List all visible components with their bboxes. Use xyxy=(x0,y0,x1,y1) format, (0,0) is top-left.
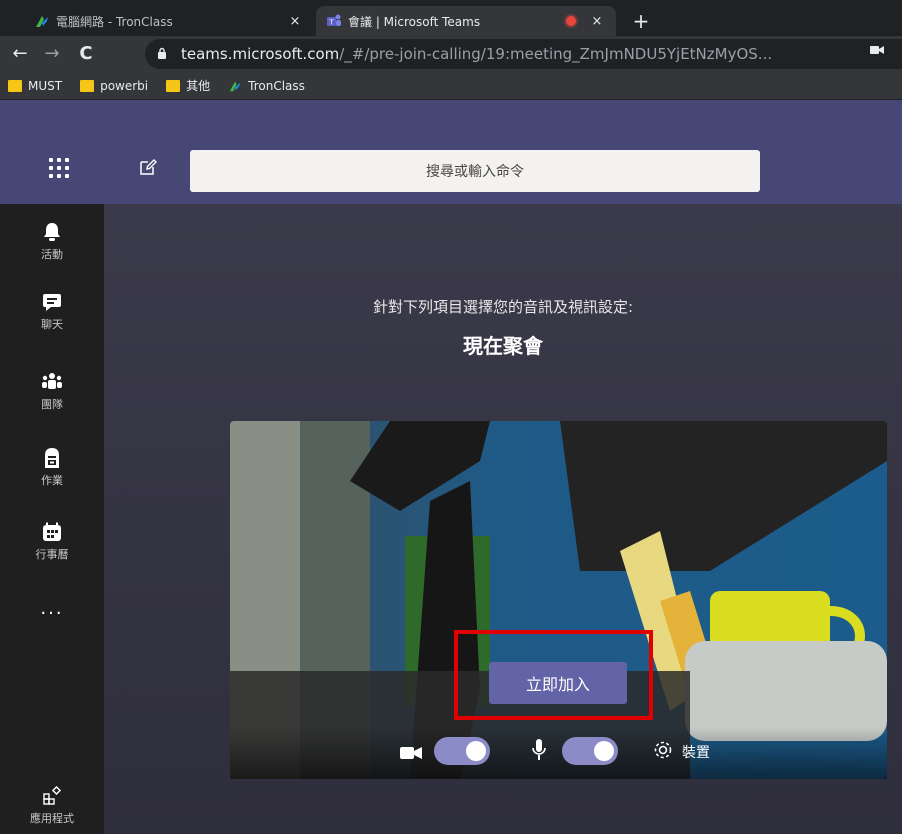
device-settings-label[interactable]: 裝置 xyxy=(682,742,710,762)
media-controls-bar: 裝置 xyxy=(230,727,887,779)
chat-icon xyxy=(40,290,64,314)
toggle-knob xyxy=(466,741,486,761)
search-input[interactable]: 搜尋或輸入命令 xyxy=(190,150,760,192)
gear-icon[interactable] xyxy=(652,739,674,765)
folder-icon xyxy=(80,79,95,92)
prejoin-prompt: 針對下列項目選擇您的音訊及視訊設定: xyxy=(372,298,634,316)
rail-label: 作業 xyxy=(41,474,63,487)
microphone-toggle[interactable] xyxy=(562,737,618,765)
rail-label: 行事曆 xyxy=(35,548,69,561)
tab-title: 會議 | Microsoft Teams xyxy=(348,14,481,29)
recording-indicator-icon xyxy=(566,16,576,26)
close-icon[interactable]: × xyxy=(286,14,304,29)
browser-tab-strip: 電腦網路 - TronClass × T 會議 | Microsoft Team… xyxy=(0,0,902,36)
tronclass-icon xyxy=(228,79,242,93)
lock-icon xyxy=(157,47,171,62)
teams-icon xyxy=(40,370,64,394)
tab-teams[interactable]: T 會議 | Microsoft Teams × xyxy=(316,6,616,36)
forward-arrow-icon[interactable]: → xyxy=(40,42,64,66)
rail-item-assignments[interactable]: 作業 xyxy=(0,446,104,488)
join-now-button[interactable]: 立即加入 xyxy=(489,662,627,704)
browser-toolbar: ← → C teams.microsoft.com /_#/pre-join-c… xyxy=(0,36,902,72)
assignments-icon xyxy=(40,446,64,470)
reload-icon[interactable]: C xyxy=(74,42,98,66)
app-rail: 活動 聊天 團隊 作業 行事曆 ... 應用程式 xyxy=(0,204,104,834)
bookmarks-bar: MUST powerbi 其他 TronClass xyxy=(0,72,902,100)
calendar-icon xyxy=(40,520,64,544)
folder-icon xyxy=(166,79,181,92)
camera-preview xyxy=(230,421,887,779)
bookmark-label: powerbi xyxy=(100,78,149,93)
back-arrow-icon[interactable]: ← xyxy=(8,42,32,66)
tab-title: 電腦網路 - TronClass xyxy=(56,14,173,29)
compose-icon[interactable] xyxy=(138,157,160,179)
bell-icon xyxy=(40,220,64,244)
bookmark-label: MUST xyxy=(28,78,63,93)
camera-preview-image xyxy=(230,421,887,779)
address-bar[interactable]: teams.microsoft.com /_#/pre-join-calling… xyxy=(145,39,902,69)
rail-label: 活動 xyxy=(41,248,63,261)
folder-icon xyxy=(8,79,22,92)
rail-item-calendar[interactable]: 行事曆 xyxy=(0,520,104,562)
rail-item-apps[interactable]: 應用程式 xyxy=(0,784,104,826)
url-host: teams.microsoft.com xyxy=(181,45,340,63)
microphone-icon xyxy=(532,739,546,765)
rail-item-more[interactable]: ... xyxy=(0,598,104,619)
rail-item-teams[interactable]: 團隊 xyxy=(0,370,104,412)
rail-label: 聊天 xyxy=(41,318,63,331)
bookmark-must[interactable]: MUST xyxy=(8,79,62,93)
bookmark-label: 其他 xyxy=(186,79,211,93)
bookmark-powerbi[interactable]: powerbi xyxy=(80,79,148,93)
app-launcher-icon[interactable] xyxy=(49,158,69,178)
url-path: /_#/pre-join-calling/19:meeting_ZmJmNDU5… xyxy=(339,45,773,63)
tab-tronclass[interactable]: 電腦網路 - TronClass × xyxy=(24,6,314,36)
close-icon[interactable]: × xyxy=(588,14,606,29)
tronclass-icon xyxy=(34,13,50,29)
new-tab-button[interactable]: + xyxy=(628,8,654,34)
camera-icon xyxy=(400,745,422,764)
bookmark-other[interactable]: 其他 xyxy=(166,77,210,94)
teams-icon: T xyxy=(326,13,342,29)
svg-text:T: T xyxy=(328,19,334,27)
rail-label: 應用程式 xyxy=(30,812,74,825)
rail-item-activity[interactable]: 活動 xyxy=(0,220,104,262)
bookmark-label: TronClass xyxy=(248,78,305,93)
meeting-title: 現在聚會 xyxy=(463,334,543,358)
camera-in-use-icon[interactable] xyxy=(870,44,884,58)
rail-item-chat[interactable]: 聊天 xyxy=(0,290,104,332)
toggle-knob xyxy=(594,741,614,761)
rail-label: 團隊 xyxy=(41,398,63,411)
more-icon: ... xyxy=(40,598,64,619)
apps-icon xyxy=(40,784,64,808)
bookmark-tronclass[interactable]: TronClass xyxy=(228,79,305,93)
camera-toggle[interactable] xyxy=(434,737,490,765)
